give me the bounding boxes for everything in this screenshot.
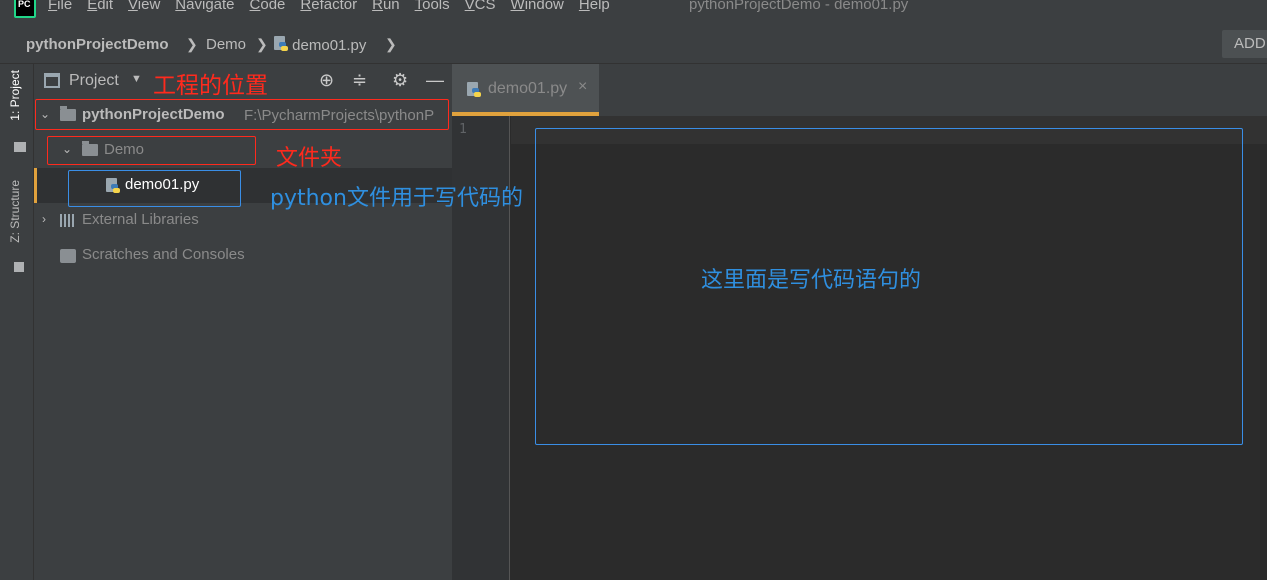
breadcrumb-project[interactable]: pythonProjectDemo	[26, 36, 169, 53]
menu-code[interactable]: Code	[250, 0, 286, 13]
chevron-down-icon[interactable]: ▼	[131, 73, 142, 85]
menu-items: File Edit View Navigate Code Refactor Ru…	[48, 0, 625, 13]
close-icon[interactable]: ×	[578, 78, 587, 96]
pycharm-logo-icon[interactable]: PC	[14, 0, 36, 18]
scratches-label: Scratches and Consoles	[82, 246, 245, 263]
project-view-selector[interactable]: Project	[69, 72, 119, 90]
menu-file[interactable]: File	[48, 0, 72, 13]
breadcrumb-file[interactable]: demo01.py	[274, 36, 366, 54]
breadcrumb-separator: ❯	[256, 36, 268, 52]
menu-navigate[interactable]: Navigate	[175, 0, 234, 13]
library-icon	[60, 214, 78, 227]
menu-help[interactable]: Help	[579, 0, 610, 13]
navigation-bar: pythonProjectDemo ❯ Demo ❯ demo01.py ❯ A…	[0, 24, 1267, 64]
breadcrumb-separator: ❯	[186, 36, 198, 52]
annotation-folder: 文件夹	[276, 146, 343, 171]
chevron-right-icon[interactable]: ›	[42, 212, 46, 226]
annotation-box-folder	[47, 136, 256, 165]
menu-edit[interactable]: Edit	[87, 0, 113, 13]
window-title: pythonProjectDemo - demo01.py	[689, 0, 909, 13]
breadcrumb-file-label: demo01.py	[292, 37, 367, 54]
annotation-box-python-file	[68, 170, 241, 207]
python-file-icon	[467, 82, 481, 98]
collapse-all-icon[interactable]: ≑	[352, 70, 367, 91]
annotation-code-area: 这里面是写代码语句的	[701, 268, 922, 293]
tool-window-strip: 1: Project Z: Structure	[0, 64, 34, 580]
folder-icon	[14, 142, 26, 152]
breadcrumb-separator: ❯	[385, 36, 397, 52]
structure-tool-tab[interactable]: Z: Structure	[8, 180, 22, 243]
line-number: 1	[459, 122, 467, 137]
gear-icon[interactable]: ⚙	[392, 70, 408, 91]
tree-item-scratches[interactable]: Scratches and Consoles	[34, 238, 452, 273]
editor-tab-label: demo01.py	[488, 80, 568, 97]
minimize-icon[interactable]: —	[426, 70, 444, 91]
breadcrumb-folder[interactable]: Demo	[206, 36, 246, 53]
menu-bar: PC File Edit View Navigate Code Refactor…	[0, 0, 1267, 24]
ide-window: PC File Edit View Navigate Code Refactor…	[0, 0, 1267, 580]
annotation-python-file: python文件用于写代码的	[270, 186, 523, 211]
project-window-icon	[44, 73, 60, 88]
annotation-project-location: 工程的位置	[153, 73, 268, 99]
menu-window[interactable]: Window	[511, 0, 564, 13]
editor-tab-demo01[interactable]: demo01.py ×	[452, 64, 599, 116]
menu-tools[interactable]: Tools	[415, 0, 450, 13]
annotation-box-project-root	[35, 99, 449, 130]
add-configuration-button[interactable]: ADD	[1222, 30, 1267, 58]
menu-view[interactable]: View	[128, 0, 160, 13]
menu-run[interactable]: Run	[372, 0, 400, 13]
locate-file-icon[interactable]: ⊕	[319, 70, 334, 91]
menu-refactor[interactable]: Refactor	[300, 0, 357, 13]
editor-tab-bar: demo01.py ×	[452, 64, 1267, 116]
external-libraries-label: External Libraries	[82, 211, 199, 228]
structure-icon	[14, 262, 24, 272]
menu-vcs[interactable]: VCS	[465, 0, 496, 13]
scratches-icon	[60, 249, 76, 263]
project-tool-tab[interactable]: 1: Project	[8, 70, 22, 121]
selection-indicator	[34, 168, 37, 203]
python-file-icon	[274, 36, 288, 52]
